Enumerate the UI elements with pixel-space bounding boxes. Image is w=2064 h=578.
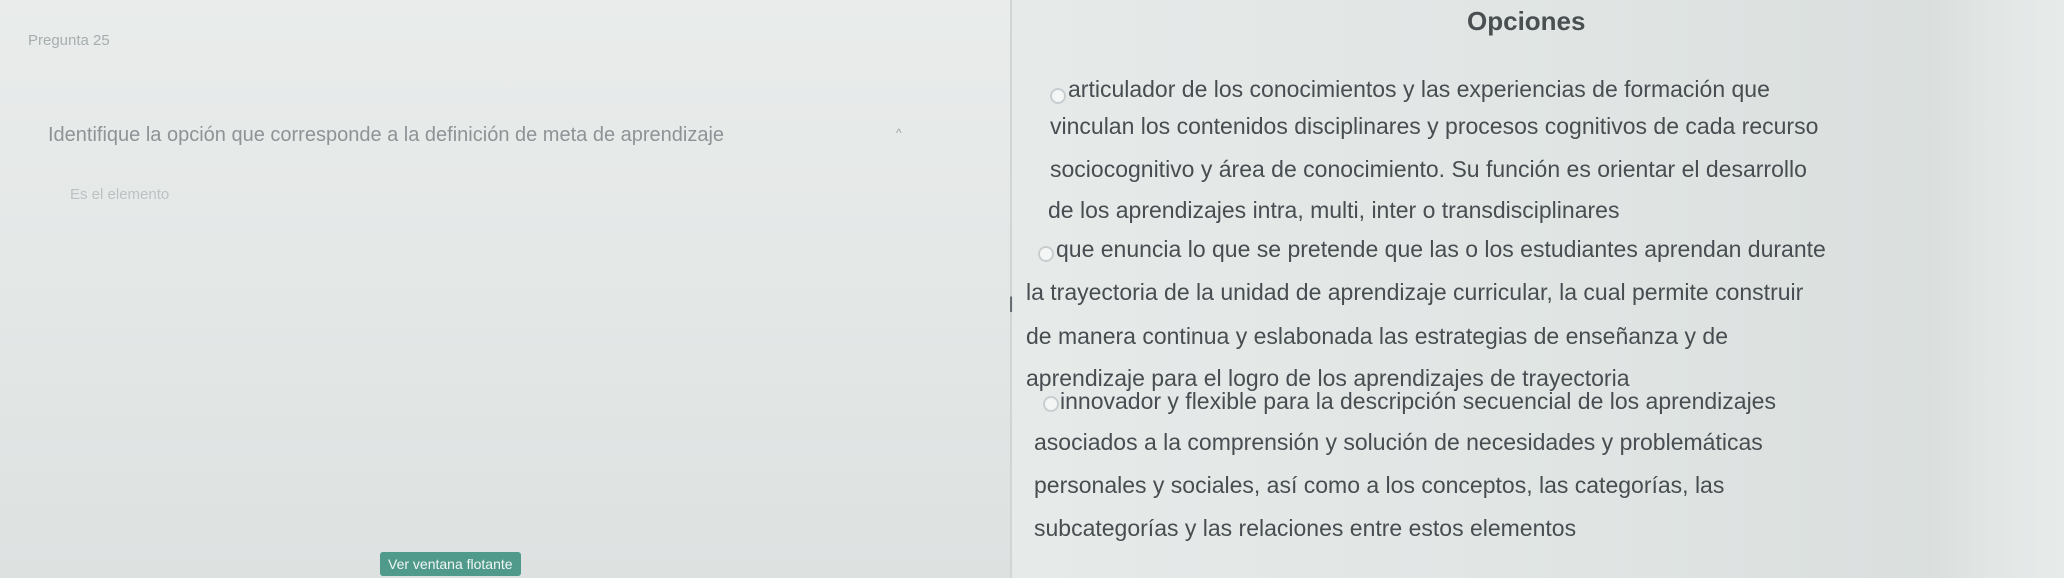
- option-3-line-4: subcategorías y las relaciones entre est…: [1034, 515, 1577, 541]
- option-1-line-2: vinculan los contenidos disciplinares y …: [1050, 113, 1819, 139]
- option-2-line-1: que enuncia lo que se pretende que las o…: [1056, 236, 1826, 262]
- option-2-line-3: de manera continua y eslabonada las estr…: [1026, 323, 1728, 349]
- screen-glare-overlay: [1930, 0, 2064, 578]
- option-2-radio[interactable]: [1038, 246, 1054, 262]
- text-cursor-icon: I: [1008, 292, 1015, 317]
- option-3[interactable]: innovador y flexible para la descripción…: [1034, 388, 2064, 548]
- option-2[interactable]: que enuncia lo que se pretende que las o…: [1026, 236, 2064, 396]
- option-1-line-1: articulador de los conocimientos y las e…: [1068, 76, 1770, 102]
- option-3-radio[interactable]: [1043, 396, 1059, 412]
- option-1-line-4: de los aprendizajes intra, multi, inter …: [1048, 197, 1620, 223]
- quiz-screen: Pregunta 25 Identifique la opción que co…: [0, 0, 2064, 578]
- element-label: Es el elemento: [70, 186, 170, 203]
- floating-window-button[interactable]: Ver ventana flotante: [380, 552, 521, 576]
- option-2-line-2: la trayectoria de la unidad de aprendiza…: [1026, 279, 1804, 305]
- question-number: Pregunta 25: [28, 32, 110, 49]
- option-3-line-1: innovador y flexible para la descripción…: [1060, 388, 1776, 414]
- option-1-radio[interactable]: [1050, 88, 1066, 104]
- question-panel: Pregunta 25 Identifique la opción que co…: [0, 0, 1010, 578]
- question-prompt: Identifique la opción que corresponde a …: [48, 124, 725, 146]
- options-title: Opciones: [1467, 6, 1586, 36]
- option-3-line-2: asociados a la comprensión y solución de…: [1034, 429, 1763, 455]
- caret-up-icon: ^: [896, 126, 902, 140]
- option-3-line-3: personales y sociales, así como a los co…: [1034, 472, 1725, 498]
- option-1[interactable]: articulador de los conocimientos y las e…: [1048, 76, 2064, 226]
- option-1-line-3: sociocognitivo y área de conocimiento. S…: [1050, 156, 1807, 182]
